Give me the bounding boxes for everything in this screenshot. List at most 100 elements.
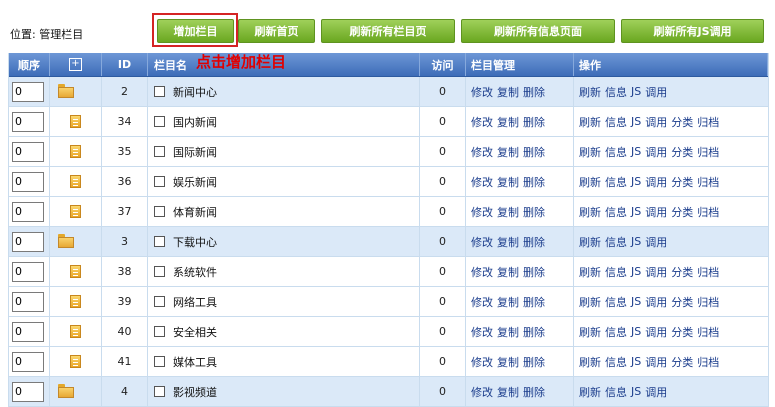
edit-link[interactable]: 修改 <box>471 264 493 280</box>
edit-link[interactable]: 修改 <box>471 114 493 130</box>
delete-link[interactable]: 删除 <box>523 354 545 370</box>
edit-link[interactable]: 修改 <box>471 384 493 400</box>
refresh-all-js-button[interactable]: 刷新所有JS调用 <box>621 19 764 43</box>
copy-link[interactable]: 复制 <box>497 354 519 370</box>
delete-link[interactable]: 删除 <box>523 324 545 340</box>
delete-link[interactable]: 删除 <box>523 144 545 160</box>
column-name[interactable]: 新闻中心 <box>173 84 217 100</box>
column-name[interactable]: 影视频道 <box>173 384 217 400</box>
refresh-all-columns-button[interactable]: 刷新所有栏目页 <box>321 19 455 43</box>
delete-link[interactable]: 删除 <box>523 264 545 280</box>
edit-link[interactable]: 修改 <box>471 294 493 310</box>
archive-link[interactable]: 归档 <box>697 114 719 130</box>
refresh-link[interactable]: 刷新 <box>579 114 601 130</box>
refresh-all-info-button[interactable]: 刷新所有信息页面 <box>461 19 615 43</box>
classify-link[interactable]: 分类 <box>671 204 693 220</box>
info-link[interactable]: 信息 <box>605 264 627 280</box>
refresh-link[interactable]: 刷新 <box>579 144 601 160</box>
column-name[interactable]: 国际新闻 <box>173 144 217 160</box>
refresh-link[interactable]: 刷新 <box>579 324 601 340</box>
edit-link[interactable]: 修改 <box>471 174 493 190</box>
edit-link[interactable]: 修改 <box>471 204 493 220</box>
delete-link[interactable]: 删除 <box>523 204 545 220</box>
call-link[interactable]: 调用 <box>645 204 667 220</box>
select-checkbox[interactable] <box>154 266 165 277</box>
archive-link[interactable]: 归档 <box>697 264 719 280</box>
archive-link[interactable]: 归档 <box>697 174 719 190</box>
refresh-link[interactable]: 刷新 <box>579 174 601 190</box>
classify-link[interactable]: 分类 <box>671 264 693 280</box>
select-checkbox[interactable] <box>154 86 165 97</box>
delete-link[interactable]: 删除 <box>523 84 545 100</box>
refresh-link[interactable]: 刷新 <box>579 294 601 310</box>
js-link[interactable]: JS <box>631 205 641 218</box>
call-link[interactable]: 调用 <box>645 264 667 280</box>
info-link[interactable]: 信息 <box>605 324 627 340</box>
add-column-button[interactable]: 增加栏目 <box>157 19 234 43</box>
edit-link[interactable]: 修改 <box>471 324 493 340</box>
js-link[interactable]: JS <box>631 295 641 308</box>
expand-all-icon[interactable]: + <box>69 58 82 71</box>
info-link[interactable]: 信息 <box>605 204 627 220</box>
delete-link[interactable]: 删除 <box>523 294 545 310</box>
column-name[interactable]: 安全相关 <box>173 324 217 340</box>
folder-icon[interactable] <box>58 234 74 248</box>
column-name[interactable]: 国内新闻 <box>173 114 217 130</box>
refresh-link[interactable]: 刷新 <box>579 84 601 100</box>
refresh-link[interactable]: 刷新 <box>579 384 601 400</box>
js-link[interactable]: JS <box>631 145 641 158</box>
refresh-link[interactable]: 刷新 <box>579 234 601 250</box>
archive-link[interactable]: 归档 <box>697 324 719 340</box>
order-input[interactable] <box>12 111 44 132</box>
order-input[interactable] <box>12 201 44 222</box>
refresh-home-button[interactable]: 刷新首页 <box>238 19 315 43</box>
delete-link[interactable]: 删除 <box>523 174 545 190</box>
select-checkbox[interactable] <box>154 236 165 247</box>
call-link[interactable]: 调用 <box>645 354 667 370</box>
refresh-link[interactable]: 刷新 <box>579 264 601 280</box>
copy-link[interactable]: 复制 <box>497 384 519 400</box>
edit-link[interactable]: 修改 <box>471 84 493 100</box>
copy-link[interactable]: 复制 <box>497 114 519 130</box>
info-link[interactable]: 信息 <box>605 84 627 100</box>
copy-link[interactable]: 复制 <box>497 294 519 310</box>
order-input[interactable] <box>12 141 44 162</box>
column-name[interactable]: 媒体工具 <box>173 354 217 370</box>
copy-link[interactable]: 复制 <box>497 234 519 250</box>
delete-link[interactable]: 删除 <box>523 384 545 400</box>
select-checkbox[interactable] <box>154 296 165 307</box>
order-input[interactable] <box>12 321 44 342</box>
column-name[interactable]: 娱乐新闻 <box>173 174 217 190</box>
order-input[interactable] <box>12 291 44 312</box>
call-link[interactable]: 调用 <box>645 84 667 100</box>
order-input[interactable] <box>12 261 44 282</box>
info-link[interactable]: 信息 <box>605 384 627 400</box>
call-link[interactable]: 调用 <box>645 384 667 400</box>
js-link[interactable]: JS <box>631 355 641 368</box>
call-link[interactable]: 调用 <box>645 234 667 250</box>
info-link[interactable]: 信息 <box>605 234 627 250</box>
js-link[interactable]: JS <box>631 325 641 338</box>
classify-link[interactable]: 分类 <box>671 324 693 340</box>
select-checkbox[interactable] <box>154 176 165 187</box>
column-name[interactable]: 网络工具 <box>173 294 217 310</box>
edit-link[interactable]: 修改 <box>471 354 493 370</box>
classify-link[interactable]: 分类 <box>671 174 693 190</box>
info-link[interactable]: 信息 <box>605 114 627 130</box>
column-name[interactable]: 体育新闻 <box>173 204 217 220</box>
copy-link[interactable]: 复制 <box>497 174 519 190</box>
call-link[interactable]: 调用 <box>645 294 667 310</box>
copy-link[interactable]: 复制 <box>497 324 519 340</box>
select-checkbox[interactable] <box>154 326 165 337</box>
order-input[interactable] <box>12 351 44 372</box>
order-input[interactable] <box>12 381 44 402</box>
edit-link[interactable]: 修改 <box>471 144 493 160</box>
info-link[interactable]: 信息 <box>605 354 627 370</box>
js-link[interactable]: JS <box>631 385 641 398</box>
order-input[interactable] <box>12 171 44 192</box>
call-link[interactable]: 调用 <box>645 144 667 160</box>
js-link[interactable]: JS <box>631 85 641 98</box>
info-link[interactable]: 信息 <box>605 294 627 310</box>
info-link[interactable]: 信息 <box>605 144 627 160</box>
select-checkbox[interactable] <box>154 386 165 397</box>
